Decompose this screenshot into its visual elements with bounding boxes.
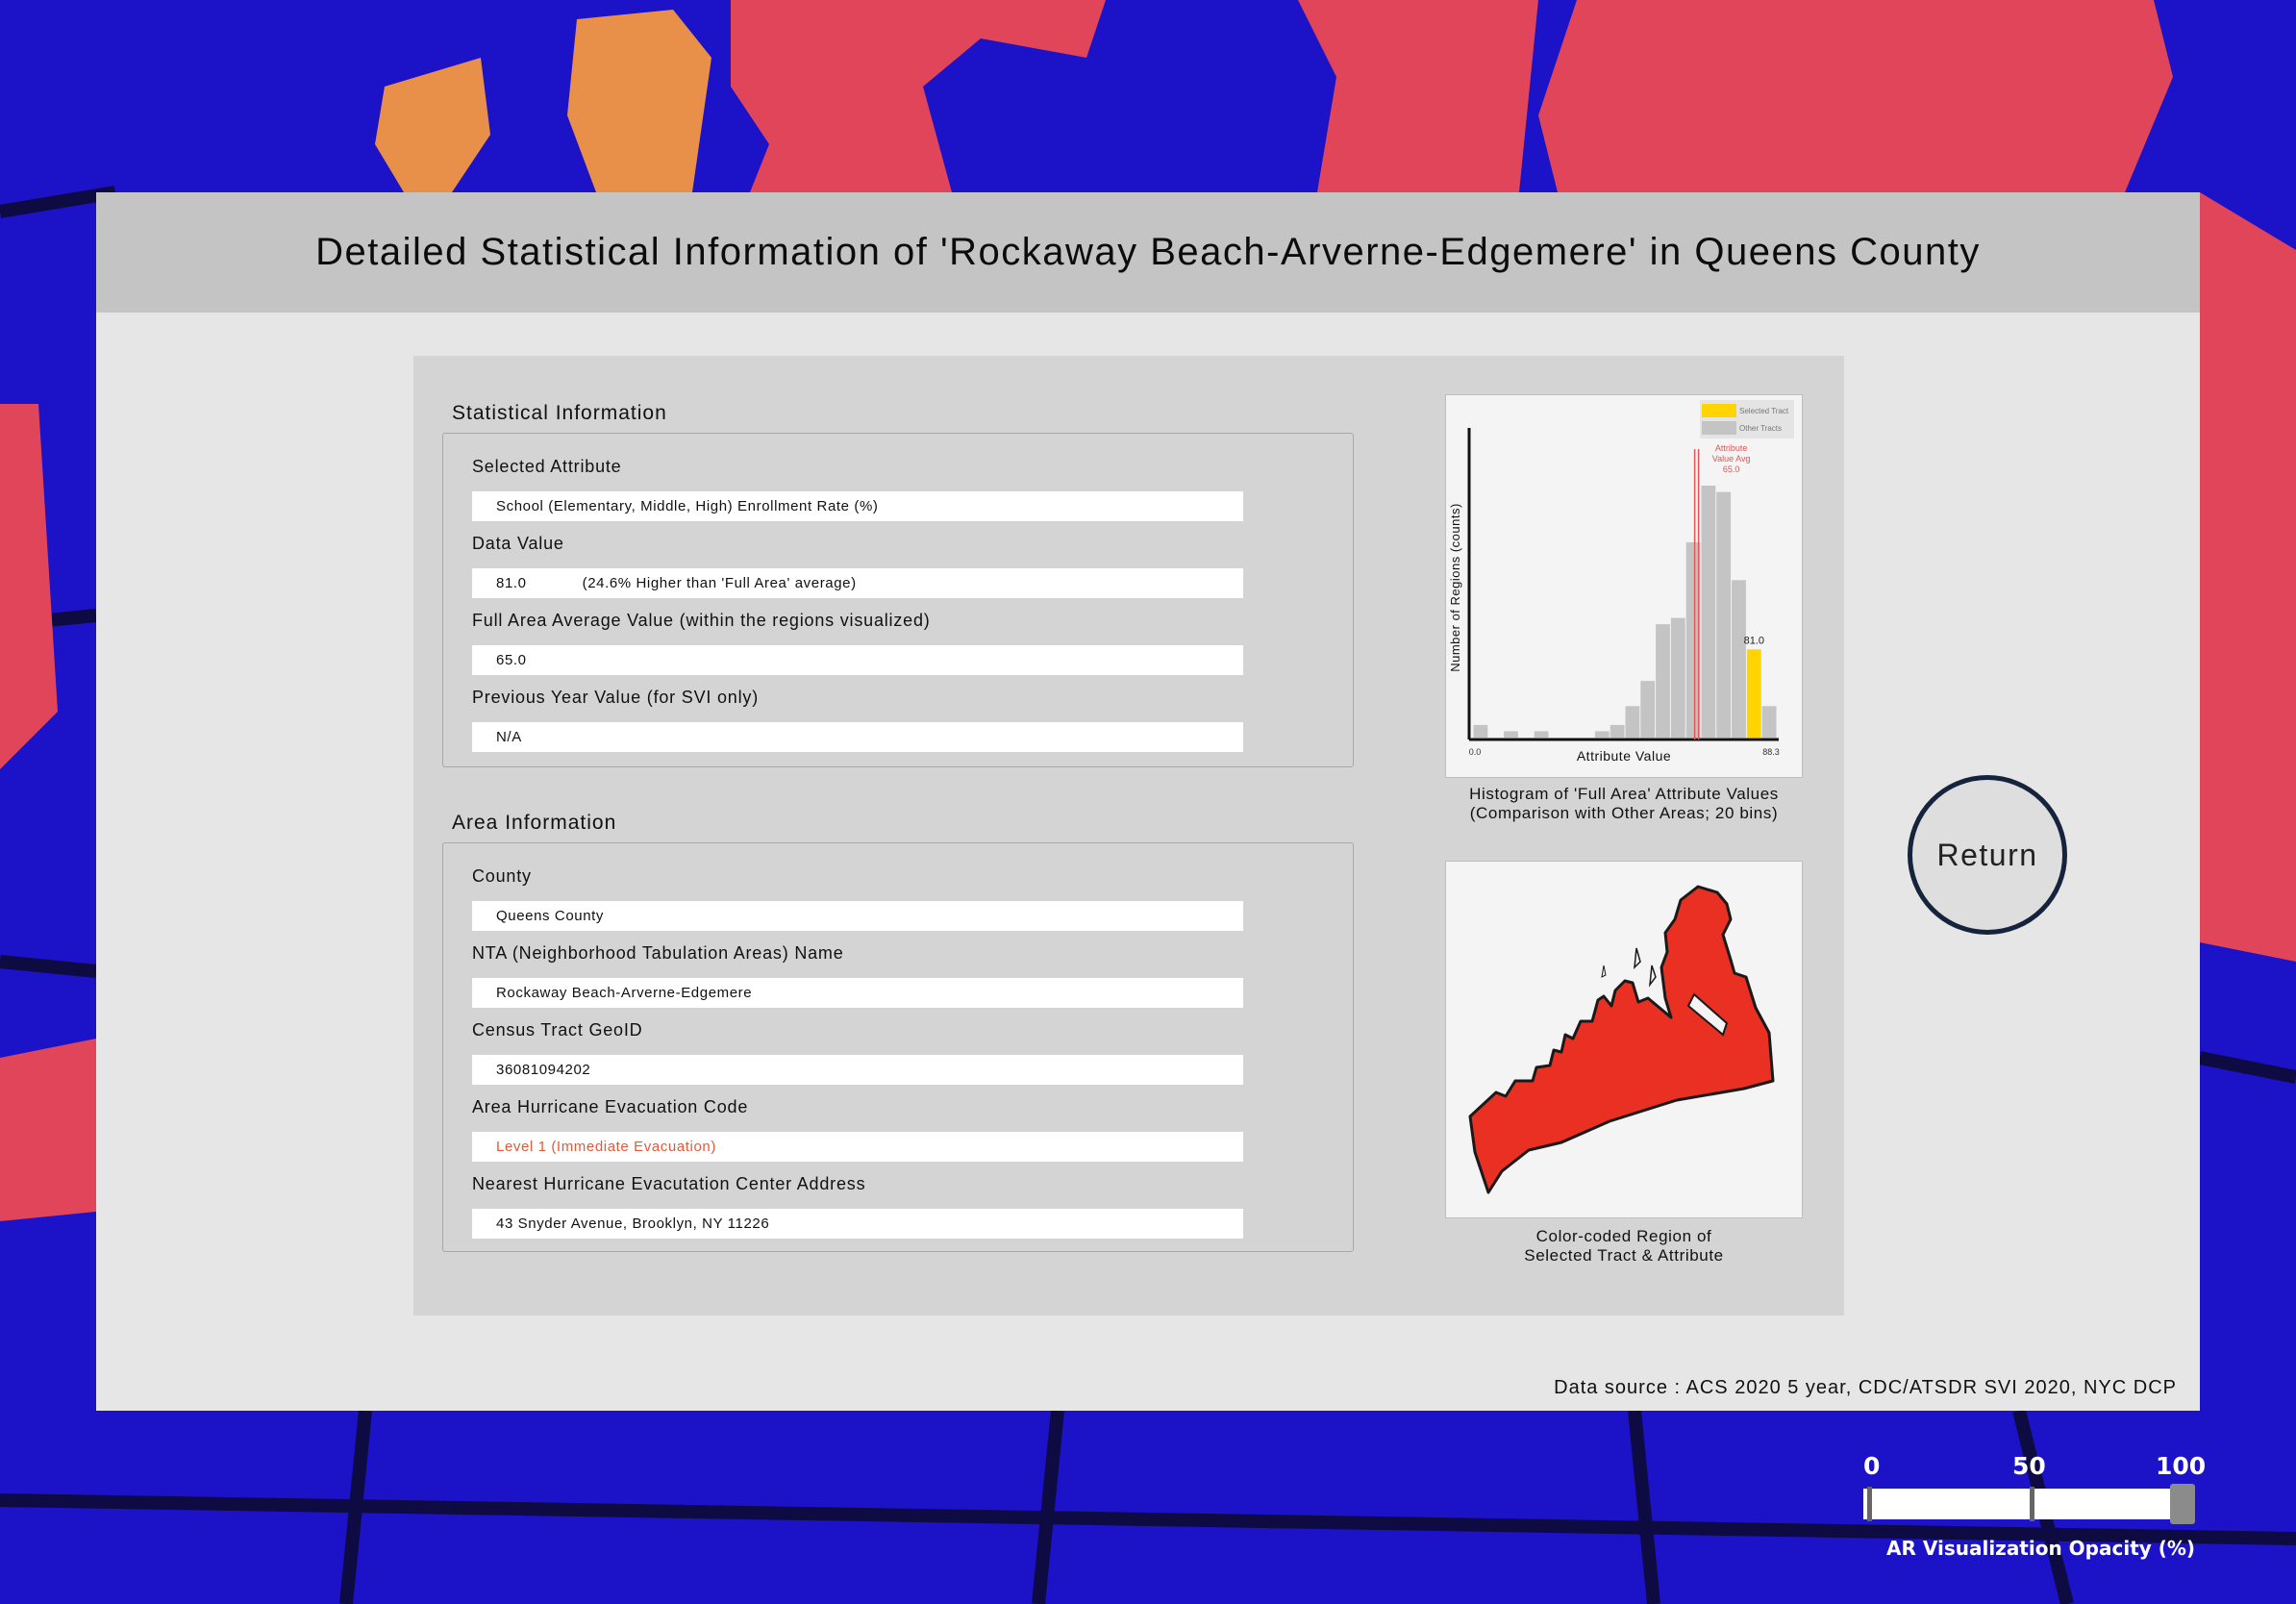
region-map-figure <box>1445 861 1803 1218</box>
region-map-caption-line2: Selected Tract & Attribute <box>1524 1246 1724 1265</box>
average-value-label: Attribute <box>1715 443 1748 453</box>
legend-other-swatch <box>1702 421 1736 435</box>
county-value: Queens County <box>496 908 605 924</box>
evacuation-code-value: Level 1 (Immediate Evacuation) <box>496 1139 716 1155</box>
field-value: Rockaway Beach-Arverne-Edgemere <box>472 978 1243 1008</box>
evacuation-code-field: Area Hurricane Evacuation Code Level 1 (… <box>472 1097 1243 1172</box>
histogram-chart: AttributeValue Avg65.0 81.0 0.0 88.3 Att… <box>1448 400 1794 764</box>
detail-panel: Detailed Statistical Information of 'Roc… <box>96 192 2200 1411</box>
histogram-bar <box>1534 731 1549 738</box>
selected-attribute-value: School (Elementary, Middle, High) Enroll… <box>496 498 879 514</box>
histogram-bar <box>1640 681 1656 739</box>
selected-value-label: 81.0 <box>1744 635 1764 646</box>
histogram-caption-line2: (Comparison with Other Areas; 20 bins) <box>1469 804 1779 822</box>
previous-year-value: N/A <box>496 729 522 745</box>
content-area: Statistical Information Selected Attribu… <box>413 356 1844 1316</box>
slider-tick-label-0: 0 <box>1863 1452 1881 1480</box>
map-region-left-low <box>0 1039 96 1221</box>
panel-header: Detailed Statistical Information of 'Roc… <box>96 192 2200 313</box>
field-value: N/A <box>472 722 1243 752</box>
field-label: Previous Year Value (for SVI only) <box>472 688 760 707</box>
selected-attribute-field: Selected Attribute School (Elementary, M… <box>472 457 1243 532</box>
x-axis-label: Attribute Value <box>1577 748 1671 764</box>
full-area-average-value: 65.0 <box>496 652 527 668</box>
panel-title: Detailed Statistical Information of 'Roc… <box>315 231 1981 273</box>
histogram-bar <box>1761 706 1777 739</box>
histogram-bar <box>1670 617 1685 738</box>
field-value: 36081094202 <box>472 1055 1243 1085</box>
slider-tick-label-50: 50 <box>2012 1452 2046 1480</box>
nta-name-field: NTA (Neighborhood Tabulation Areas) Name… <box>472 943 1243 1018</box>
county-field: County Queens County <box>472 866 1243 941</box>
field-label: Area Hurricane Evacuation Code <box>472 1097 749 1116</box>
field-value: 65.0 <box>472 645 1243 675</box>
evacuation-center-value: 43 Snyder Avenue, Brooklyn, NY 11226 <box>496 1216 770 1232</box>
opacity-slider-control: 0 50 100 AR Visualization Opacity (%) <box>1846 1452 2211 1577</box>
evacuation-center-field: Nearest Hurricane Evacutation Center Add… <box>472 1174 1243 1249</box>
histogram-caption-line1: Histogram of 'Full Area' Attribute Value… <box>1469 785 1779 803</box>
legend: Selected Tract Other Tracts <box>1700 400 1794 439</box>
slider-tick-label-100: 100 <box>2156 1452 2207 1480</box>
average-value-label: Value Avg <box>1712 454 1751 464</box>
field-value: School (Elementary, Middle, High) Enroll… <box>472 491 1243 521</box>
region-map-caption: Color-coded Region of Selected Tract & A… <box>1445 1227 1803 1266</box>
field-label: Nearest Hurricane Evacutation Center Add… <box>472 1174 866 1193</box>
x-tick-label-max: 88.3 <box>1762 747 1780 757</box>
y-axis-label: Number of Regions (counts) <box>1448 503 1462 672</box>
field-value: Queens County <box>472 901 1243 931</box>
field-label: Data Value <box>472 534 564 553</box>
histogram-bar <box>1701 486 1716 738</box>
selected-tract-shape <box>1468 885 1775 1194</box>
statistical-information-title: Statistical Information <box>452 402 667 424</box>
histogram-bar <box>1716 491 1732 738</box>
nta-name-value: Rockaway Beach-Arverne-Edgemere <box>496 985 753 1001</box>
opacity-slider-track[interactable] <box>1863 1489 2181 1519</box>
slider-mark-50 <box>2030 1487 2034 1521</box>
map-region-top-right <box>1538 0 2173 192</box>
legend-other-label: Other Tracts <box>1739 424 1782 433</box>
region-map-caption-line1: Color-coded Region of <box>1535 1227 1712 1245</box>
legend-selected-label: Selected Tract <box>1739 407 1789 415</box>
x-tick-label-min: 0.0 <box>1469 747 1482 757</box>
histogram-bar <box>1504 731 1518 738</box>
map-region-top-mid <box>1298 0 1538 192</box>
full-area-average-field: Full Area Average Value (within the regi… <box>472 611 1243 686</box>
field-value: Level 1 (Immediate Evacuation) <box>472 1132 1243 1162</box>
field-label: Selected Attribute <box>472 457 622 476</box>
histogram-bar <box>1610 724 1625 738</box>
area-information-title: Area Information <box>452 812 617 834</box>
opacity-slider-handle[interactable] <box>2170 1484 2195 1524</box>
field-label: NTA (Neighborhood Tabulation Areas) Name <box>472 943 844 963</box>
field-value: 43 Snyder Avenue, Brooklyn, NY 11226 <box>472 1209 1243 1239</box>
histogram-bar <box>1732 580 1746 739</box>
return-button[interactable]: Return <box>1908 775 2067 935</box>
census-tract-field: Census Tract GeoID 36081094202 <box>472 1020 1243 1095</box>
field-value: 81.0 (24.6% Higher than 'Full Area' avera… <box>472 568 1243 598</box>
data-source-note: Data source : ACS 2020 5 year, CDC/ATSDR… <box>1554 1377 2177 1398</box>
data-value-comparison: (24.6% Higher than 'Full Area' average) <box>582 575 857 591</box>
average-value-label: 65.0 <box>1723 464 1740 474</box>
histogram-bar <box>1594 731 1610 738</box>
statistical-information-box: Selected Attribute School (Elementary, M… <box>442 433 1354 767</box>
field-label: Census Tract GeoID <box>472 1020 643 1040</box>
legend-selected-swatch <box>1702 404 1736 417</box>
histogram-bar <box>1625 706 1640 739</box>
previous-year-field: Previous Year Value (for SVI only) N/A <box>472 688 1243 763</box>
histogram-figure: Attribute Value Avg 65.0 81.0 0.0 88.3 Att… <box>1445 394 1803 778</box>
field-label: Full Area Average Value (within the regi… <box>472 611 931 630</box>
histogram-bar <box>1656 624 1670 738</box>
field-label: County <box>472 866 532 886</box>
histogram-caption: Histogram of 'Full Area' Attribute Value… <box>1445 785 1803 823</box>
data-value-field: Data Value 81.0 (24.6% Higher than 'Full … <box>472 534 1243 609</box>
selected-region-map <box>1468 885 1775 1194</box>
histogram-bar <box>1473 724 1488 738</box>
data-value: 81.0 <box>496 575 527 591</box>
map-region-right <box>2200 192 2296 962</box>
area-information-box: County Queens County NTA (Neighborhood T… <box>442 842 1354 1252</box>
census-tract-value: 36081094202 <box>496 1062 591 1078</box>
histogram-bar-selected <box>1746 649 1761 738</box>
slider-mark-0 <box>1867 1487 1872 1521</box>
map-region-orange-mid <box>567 10 711 192</box>
opacity-slider-caption: AR Visualization Opacity (%) <box>1886 1537 2196 1560</box>
